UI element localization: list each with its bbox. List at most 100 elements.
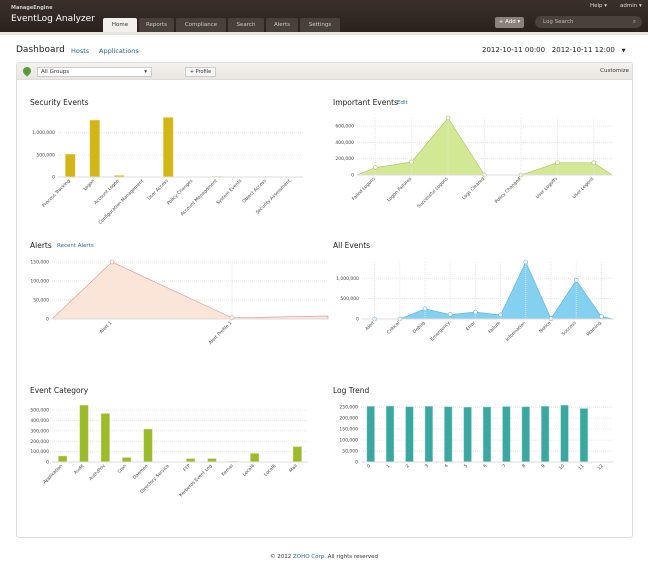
y-tick-label: 300,000 xyxy=(30,428,49,434)
tab-compliance[interactable]: Compliance xyxy=(176,18,226,32)
all-events-chart: 0500,0001,000,000Alert Critical Debug Emerg… xyxy=(336,259,615,343)
bar xyxy=(79,404,89,463)
add-button[interactable]: + Add ▾ xyxy=(495,17,524,28)
bar xyxy=(121,456,132,463)
search-icon[interactable]: ⌕ xyxy=(633,16,636,28)
data-point xyxy=(422,306,428,312)
bar xyxy=(443,406,453,463)
data-point xyxy=(599,314,604,319)
help-menu[interactable]: Help ▾ xyxy=(590,3,607,9)
company-link[interactable]: ZOHO Corp. xyxy=(293,554,326,560)
date-range[interactable]: 2012-10-11 00:00 2012-10-11 12:00 ▼ xyxy=(482,46,625,54)
add-profile-button[interactable]: + Profile xyxy=(185,67,216,77)
copyright: © 2012 xyxy=(269,554,293,560)
bar xyxy=(162,116,174,178)
data-point xyxy=(473,309,478,315)
chart-title: Security Events xyxy=(30,98,89,107)
tab-search[interactable]: Search xyxy=(228,18,264,32)
data-point xyxy=(109,259,115,265)
user-menu[interactable]: admin ▾ xyxy=(620,3,642,9)
bar xyxy=(385,405,395,463)
data-point xyxy=(498,312,503,318)
y-tick-label: 0 xyxy=(52,175,55,181)
y-tick-label: 150,000 xyxy=(339,427,358,433)
bar xyxy=(89,119,101,178)
event-category-chart: 0100,000200,000300,000400,000500,000Appl… xyxy=(30,404,308,498)
data-point xyxy=(555,160,560,166)
bar xyxy=(521,406,531,463)
chevron-down-icon[interactable]: ▼ xyxy=(622,48,626,54)
log-trend-chart: 050,000100,000150,000200,000250,0000 1 2 3 4… xyxy=(339,404,613,471)
area-series xyxy=(51,261,329,320)
chart-title: All Events xyxy=(333,241,371,250)
y-tick-label: 500,000 xyxy=(30,408,49,414)
y-tick-label: 0 xyxy=(46,460,49,466)
customize-link[interactable]: Customize xyxy=(600,68,629,74)
page-title: Dashboard xyxy=(16,45,65,55)
bar xyxy=(249,452,260,463)
header-divider xyxy=(0,32,648,35)
tab-home[interactable]: Home xyxy=(103,18,137,32)
chart-title: Log Trend xyxy=(333,386,370,395)
y-tick-label: 400,000 xyxy=(335,140,354,146)
chart-title: Important Events xyxy=(333,98,398,107)
edit-link[interactable]: Edit xyxy=(397,100,408,106)
footer: © 2012 ZOHO Corp. All rights reserved xyxy=(0,554,648,560)
data-point xyxy=(523,259,529,265)
y-tick-label: 0 xyxy=(351,173,354,179)
y-tick-label: 100,000 xyxy=(339,438,358,444)
data-point xyxy=(591,160,597,166)
chevron-down-icon: ▾ xyxy=(144,69,147,75)
y-tick-label: 50,000 xyxy=(33,298,49,304)
group-value: All Groups xyxy=(41,69,70,75)
pin-icon[interactable] xyxy=(21,65,33,77)
bar xyxy=(424,405,434,463)
group-select[interactable]: All Groups ▾ xyxy=(37,67,152,77)
brand-small: ManageEngine xyxy=(11,5,53,11)
y-tick-label: 100,000 xyxy=(30,449,49,455)
y-tick-label: 500,000 xyxy=(340,296,359,302)
bar xyxy=(501,405,511,463)
log-search-input[interactable]: Log Search ⌕ xyxy=(535,16,642,28)
y-tick-label: 100,000 xyxy=(30,279,49,285)
applications-link[interactable]: Applications xyxy=(99,47,139,55)
alerts-chart: 050,000100,000150,000Alert 1 Alert Profil… xyxy=(30,259,329,346)
bar xyxy=(207,457,217,463)
tab-settings[interactable]: Settings xyxy=(300,18,340,32)
chart-title: Event Category xyxy=(30,386,89,395)
y-tick-label: 500,000 xyxy=(36,152,55,158)
bar xyxy=(57,455,68,463)
recent-alerts-link[interactable]: Recent Alerts xyxy=(57,243,94,249)
y-tick-label: 0 xyxy=(356,317,359,323)
data-point xyxy=(447,312,453,317)
bar xyxy=(100,412,111,463)
bar xyxy=(579,407,589,463)
rights-text: All rights reserved xyxy=(326,554,379,560)
y-tick-label: 1,000,000 xyxy=(32,130,55,136)
bar xyxy=(143,428,153,463)
chart-title: Alerts xyxy=(30,241,52,250)
tab-reports[interactable]: Reports xyxy=(139,18,174,32)
y-tick-label: 600,000 xyxy=(335,124,354,130)
app-title: EventLog Analyzer xyxy=(11,14,95,24)
y-tick-label: 1,000,000 xyxy=(336,276,359,282)
important-events-chart: 0200,000400,000600,000Failed Logons Logon… xyxy=(335,115,613,210)
bar xyxy=(559,404,570,463)
data-point xyxy=(409,159,414,165)
y-tick-label: 250,000 xyxy=(339,405,358,411)
data-point xyxy=(372,165,378,170)
toolbar: All Groups ▾ + Profile Customize xyxy=(17,63,632,80)
bar xyxy=(482,406,492,463)
bar xyxy=(292,445,303,463)
bar xyxy=(366,405,376,463)
y-tick-label: 0 xyxy=(355,460,358,466)
y-tick-label: 150,000 xyxy=(30,260,49,266)
range-from: 2012-10-11 00:00 xyxy=(482,46,546,54)
y-tick-label: 200,000 xyxy=(339,416,358,422)
bar xyxy=(185,457,196,463)
hosts-link[interactable]: Hosts xyxy=(71,47,89,55)
bar xyxy=(540,405,550,463)
tab-alerts[interactable]: Alerts xyxy=(266,18,298,32)
bar xyxy=(64,153,76,178)
range-to: 2012-10-11 12:00 xyxy=(551,46,615,54)
